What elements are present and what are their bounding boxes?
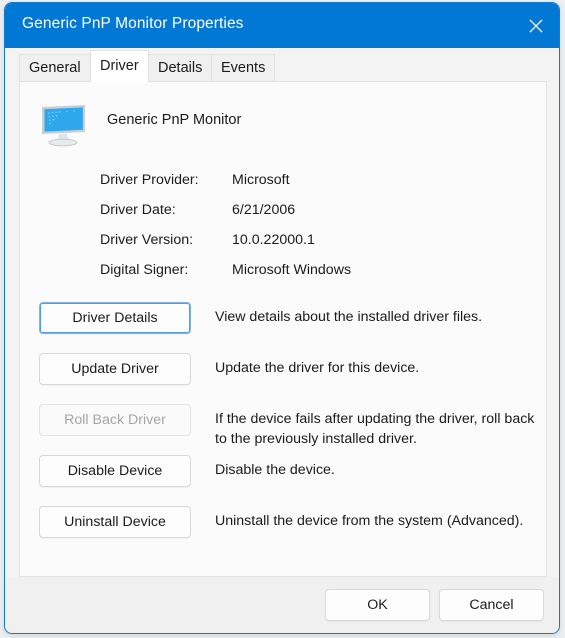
info-row: Driver Date: 6/21/2006 xyxy=(100,202,500,232)
action-description: Disable the device. xyxy=(215,462,335,478)
update-driver-button[interactable]: Update Driver xyxy=(39,353,191,385)
monitor-icon xyxy=(36,102,90,148)
info-row: Digital Signer: Microsoft Windows xyxy=(100,262,500,292)
driver-info-list: Driver Provider: Microsoft Driver Date: … xyxy=(100,172,500,292)
action-row: Driver Details View details about the in… xyxy=(20,302,546,353)
info-value: Microsoft xyxy=(232,172,290,188)
info-value: 10.0.22000.1 xyxy=(232,232,315,248)
info-row: Driver Provider: Microsoft xyxy=(100,172,500,202)
action-row: Uninstall Device Uninstall the device fr… xyxy=(20,506,546,557)
driver-actions-list: Driver Details View details about the in… xyxy=(20,302,546,557)
action-row: Update Driver Update the driver for this… xyxy=(20,353,546,404)
roll-back-driver-button: Roll Back Driver xyxy=(39,404,191,436)
tab-general[interactable]: General xyxy=(19,54,91,82)
driver-details-button[interactable]: Driver Details xyxy=(39,302,191,334)
action-description: Update the driver for this device. xyxy=(215,360,420,376)
tab-driver[interactable]: Driver xyxy=(90,50,149,82)
info-label: Driver Version: xyxy=(100,232,194,248)
info-label: Driver Date: xyxy=(100,202,176,218)
close-icon[interactable] xyxy=(513,3,559,48)
info-label: Driver Provider: xyxy=(100,172,199,188)
action-row: Disable Device Disable the device. xyxy=(20,455,546,506)
properties-dialog: Generic PnP Monitor Properties General D… xyxy=(4,2,560,634)
info-label: Digital Signer: xyxy=(100,262,189,278)
info-value: Microsoft Windows xyxy=(232,262,352,278)
title-bar: Generic PnP Monitor Properties xyxy=(5,3,559,48)
tab-events[interactable]: Events xyxy=(211,54,276,82)
action-description: Uninstall the device from the system (Ad… xyxy=(215,513,524,529)
device-name: Generic PnP Monitor xyxy=(107,112,242,128)
uninstall-device-button[interactable]: Uninstall Device xyxy=(39,506,191,538)
action-description: View details about the installed driver … xyxy=(215,309,483,325)
dialog-footer: OK Cancel xyxy=(5,577,559,633)
action-row: Roll Back Driver If the device fails aft… xyxy=(20,404,546,455)
window-title: Generic PnP Monitor Properties xyxy=(22,15,244,32)
cancel-button[interactable]: Cancel xyxy=(439,589,544,621)
device-header: Generic PnP Monitor xyxy=(30,100,450,150)
action-description: If the device fails after updating the d… xyxy=(215,411,535,447)
info-row: Driver Version: 10.0.22000.1 xyxy=(100,232,500,262)
tab-details[interactable]: Details xyxy=(148,54,213,82)
tab-strip: General Driver Details Events xyxy=(5,48,559,82)
ok-button[interactable]: OK xyxy=(325,589,430,621)
info-value: 6/21/2006 xyxy=(232,202,296,218)
driver-tab-panel: Generic PnP Monitor Driver Provider: Mic… xyxy=(19,81,547,577)
disable-device-button[interactable]: Disable Device xyxy=(39,455,191,487)
